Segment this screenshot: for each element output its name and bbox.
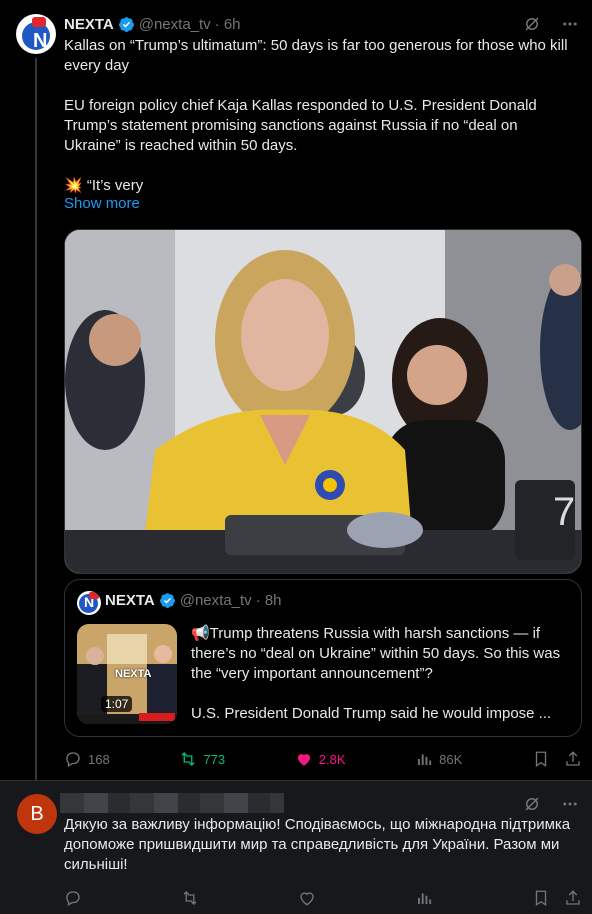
author-name[interactable]: NEXTA <box>64 16 114 33</box>
verified-badge-icon <box>159 593 175 608</box>
post-header: NEXTA @nexta_tv · 6h <box>64 14 241 34</box>
quoted-paragraph: 📢Trump threatens Russia with harsh sanct… <box>191 625 561 682</box>
grok-icon[interactable] <box>522 14 542 34</box>
redacted-author-name <box>60 793 284 813</box>
views-count: 86K <box>439 751 463 767</box>
reply-engagement-right <box>532 889 582 907</box>
reply-button[interactable]: 168 <box>64 750 110 768</box>
share-icon[interactable] <box>564 750 582 768</box>
post-time[interactable]: · 6h <box>215 16 241 33</box>
repost-icon[interactable] <box>181 889 199 907</box>
engagement-right <box>532 750 582 768</box>
show-more-link[interactable]: Show more <box>64 195 140 212</box>
heart-icon[interactable] <box>298 889 316 907</box>
reply-author-avatar[interactable]: B <box>17 794 57 834</box>
reply-top-actions <box>522 794 580 814</box>
quoted-post[interactable]: N NEXTA @nexta_tv · 8h NEXTA 1:07 📢Trump… <box>64 579 582 737</box>
post-media-image[interactable]: 7 <box>64 229 582 574</box>
more-options-icon[interactable] <box>560 14 580 34</box>
like-count: 2.8K <box>318 751 346 767</box>
views-button[interactable]: 86K <box>415 750 462 768</box>
thread-line <box>35 58 37 780</box>
reply-engagement-bar <box>64 887 582 909</box>
share-icon[interactable] <box>564 889 582 907</box>
verified-badge-icon <box>118 16 134 32</box>
repost-button[interactable]: 773 <box>179 750 225 768</box>
logo-bubble <box>32 17 46 27</box>
quoted-post-time[interactable]: · 8h <box>256 592 282 609</box>
post-top-actions <box>522 14 580 34</box>
quoted-post-header: NEXTA @nexta_tv · 8h <box>105 592 282 609</box>
quoted-post-text: 📢Trump threatens Russia with harsh sanct… <box>191 624 571 724</box>
quoted-author-avatar[interactable]: N <box>77 591 101 615</box>
quoted-paragraph: U.S. President Donald Trump said he woul… <box>191 705 552 722</box>
post-paragraph: Kallas on “Trump’s ultimatum”: 50 days i… <box>64 37 568 74</box>
reply-icon[interactable] <box>64 889 82 907</box>
repost-count: 773 <box>203 751 226 767</box>
post-text: Kallas on “Trump’s ultimatum”: 50 days i… <box>64 36 574 196</box>
reply-icon <box>66 752 80 767</box>
grok-icon[interactable] <box>522 794 542 814</box>
views-chart-icon[interactable] <box>415 889 433 907</box>
post-paragraph: 💥 “It’s very <box>64 177 144 194</box>
like-button[interactable]: 2.8K <box>295 750 346 768</box>
main-post[interactable]: N NEXTA @nexta_tv · 6h Kallas on “Trump’… <box>0 0 592 780</box>
quoted-author-name[interactable]: NEXTA <box>105 592 155 609</box>
reply-count: 168 <box>88 751 110 767</box>
photo-illustration: 7 <box>65 230 581 573</box>
views-chart-icon <box>418 754 432 765</box>
reply-post[interactable]: B Дякую за важливу інформацію! Сподіваєм… <box>0 781 592 914</box>
bookmark-icon[interactable] <box>532 750 550 768</box>
bookmark-icon[interactable] <box>532 889 550 907</box>
heart-icon <box>297 754 310 766</box>
nexta-watermark: NEXTA <box>115 668 152 680</box>
video-duration: 1:07 <box>101 696 133 712</box>
repost-icon <box>181 752 195 766</box>
quoted-author-handle[interactable]: @nexta_tv <box>180 592 252 609</box>
post-paragraph: EU foreign policy chief Kaja Kallas resp… <box>64 97 537 154</box>
engagement-bar: 168 773 2.8K 86K <box>64 748 582 770</box>
reply-text: Дякую за важливу інформацію! Сподіваємос… <box>64 816 571 873</box>
svg-text:7: 7 <box>553 490 575 534</box>
author-handle[interactable]: @nexta_tv <box>139 16 211 33</box>
more-options-icon[interactable] <box>560 794 580 814</box>
author-avatar[interactable]: N <box>16 14 56 54</box>
quoted-video-thumbnail[interactable]: NEXTA 1:07 <box>77 624 177 724</box>
